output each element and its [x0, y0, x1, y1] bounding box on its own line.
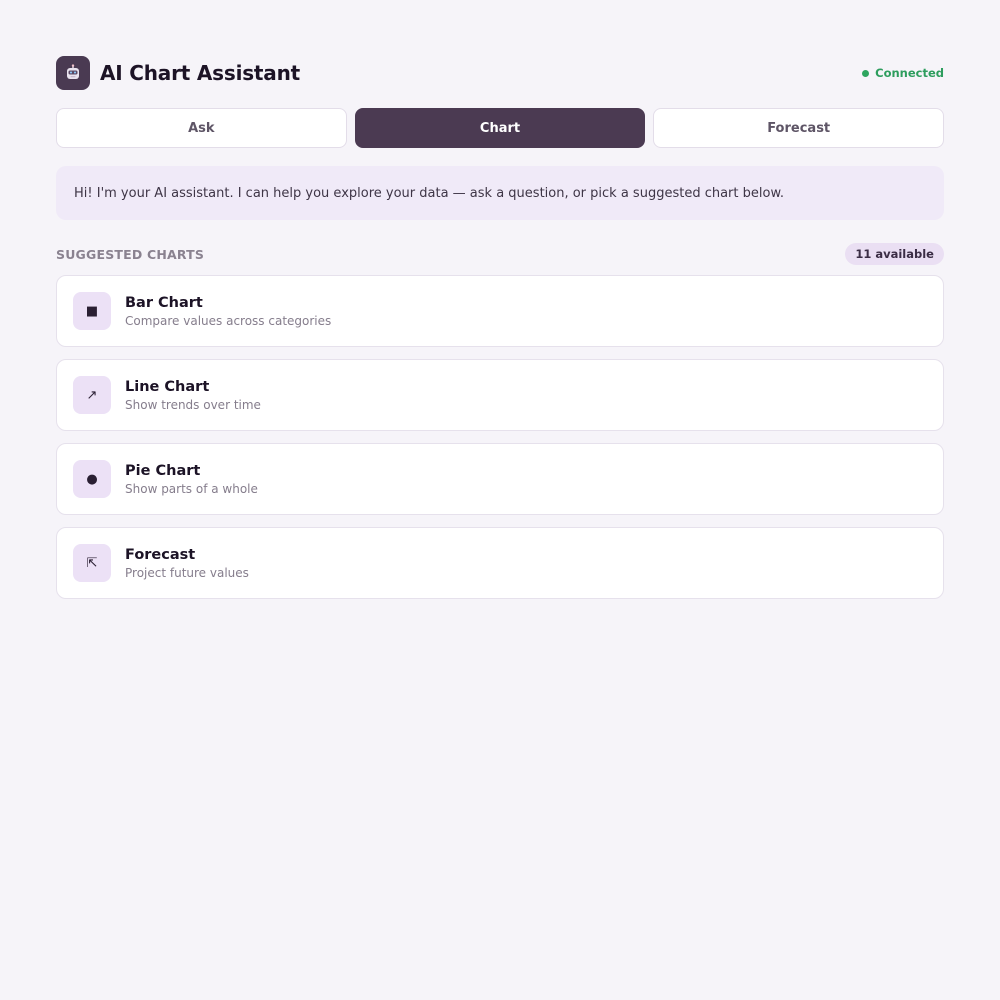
section-title: SUGGESTED CHARTS [56, 246, 205, 262]
card-subtitle: Project future values [125, 565, 249, 580]
connection-status: Connected [862, 66, 944, 80]
card-subtitle: Show trends over time [125, 397, 261, 412]
status-dot-icon [862, 69, 870, 77]
card-text: Forecast Project future values [125, 547, 249, 580]
pie-chart-icon: ● [73, 460, 111, 498]
count-badge: 11 available [845, 243, 944, 265]
suggestion-card-line-chart[interactable]: ↗ Line Chart Show trends over time [56, 359, 944, 431]
tab-forecast[interactable]: Forecast [653, 108, 945, 148]
brand: AI Chart Assistant [56, 56, 300, 90]
card-title: Line Chart [125, 378, 210, 395]
bar-chart-icon: ■ [73, 292, 111, 330]
suggested-chart-list: ■ Bar Chart Compare values across catego… [56, 275, 944, 599]
forecast-icon: ⇱ [73, 544, 111, 582]
suggestion-card-pie-chart[interactable]: ● Pie Chart Show parts of a whole [56, 443, 944, 515]
card-title: Pie Chart [125, 462, 201, 479]
robot-icon [56, 56, 90, 90]
card-subtitle: Compare values across categories [125, 313, 332, 328]
assistant-greeting: Hi! I'm your AI assistant. I can help yo… [56, 166, 944, 220]
app-title: AI Chart Assistant [100, 61, 300, 85]
card-title: Forecast [125, 546, 196, 563]
tab-ask[interactable]: Ask [56, 108, 347, 148]
suggested-header: SUGGESTED CHARTS 11 available [56, 242, 944, 266]
tab-chart[interactable]: Chart [354, 108, 646, 148]
suggestion-card-forecast[interactable]: ⇱ Forecast Project future values [56, 527, 944, 599]
line-chart-icon: ↗ [73, 376, 111, 414]
app-root: AI Chart Assistant Connected Ask Chart F… [56, 56, 945, 611]
card-text: Bar Chart Compare values across categori… [125, 295, 331, 328]
status-label: Connected [875, 66, 944, 80]
tab-bar: Ask Chart Forecast [56, 108, 945, 148]
suggestion-card-bar-chart[interactable]: ■ Bar Chart Compare values across catego… [56, 275, 944, 347]
card-subtitle: Show parts of a whole [125, 481, 258, 496]
card-text: Pie Chart Show parts of a whole [125, 463, 258, 496]
header: AI Chart Assistant Connected [56, 56, 944, 90]
card-title: Bar Chart [125, 294, 203, 311]
card-text: Line Chart Show trends over time [125, 379, 261, 412]
